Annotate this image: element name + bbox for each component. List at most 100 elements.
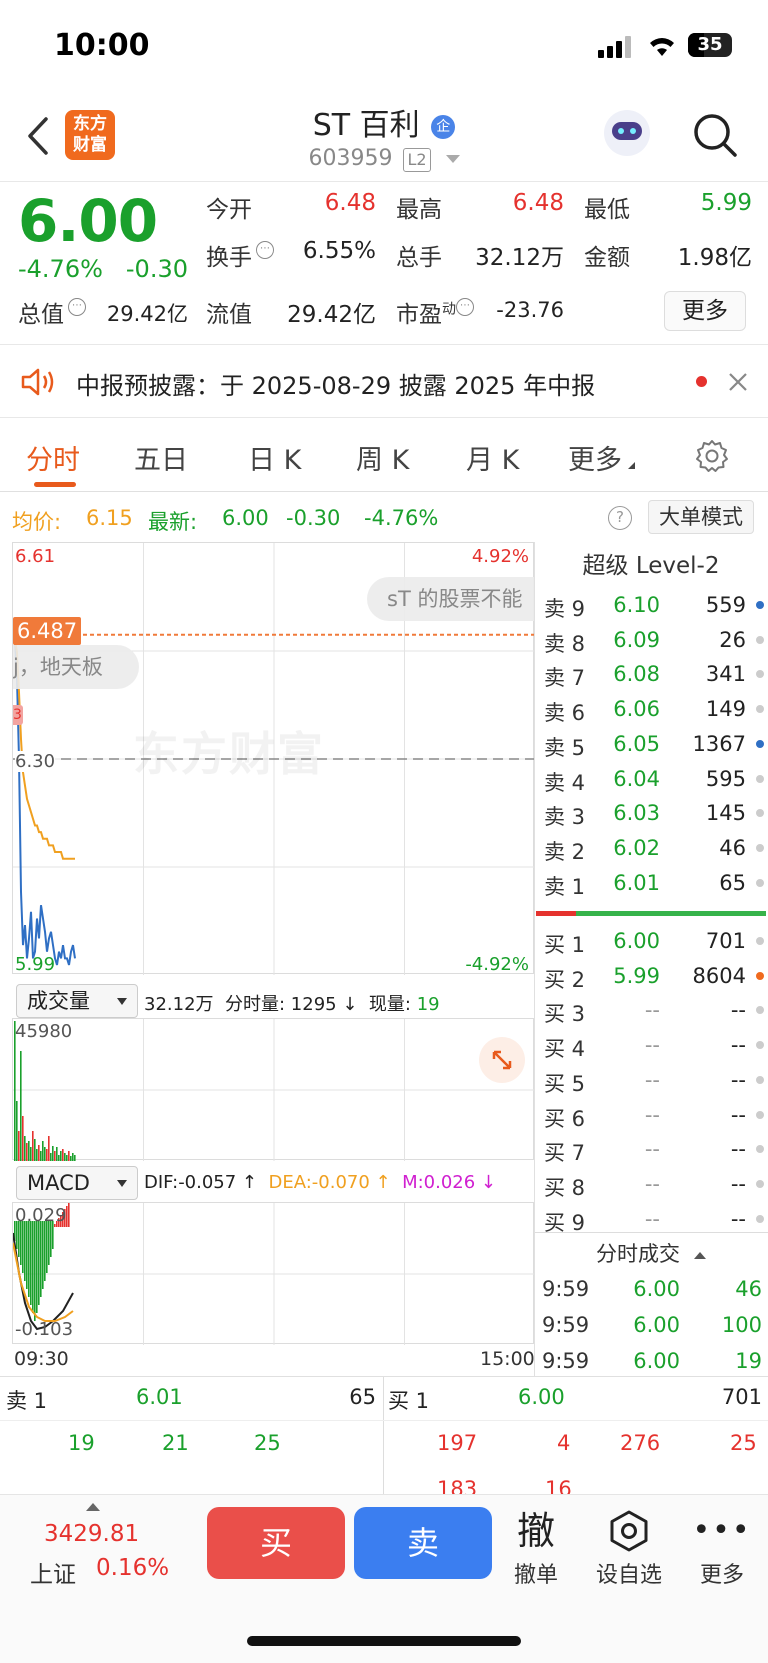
macd-indicator-select[interactable]: MACD [16, 1166, 138, 1200]
volume-indicator-select[interactable]: 成交量 [16, 984, 138, 1018]
sell-button[interactable]: 卖 [354, 1507, 492, 1579]
order-book-row[interactable]: 卖 9 6.10 559 [534, 588, 768, 622]
cancel-order-button[interactable]: 撤 撤单 [496, 1509, 576, 1589]
level-price: 6.01 [613, 870, 660, 895]
volume-bar [68, 1151, 70, 1161]
index-ticker[interactable]: 3429.81 上证 0.16% [20, 1501, 190, 1591]
queue-sell-vol: 65 [349, 1385, 376, 1409]
order-book-row[interactable]: 买 4 -- -- [534, 1028, 768, 1062]
search-icon[interactable] [692, 112, 738, 158]
tab-weekly-k[interactable]: 周 K [356, 438, 409, 477]
macd-chart-svg [13, 1203, 535, 1345]
order-book-row[interactable]: 买 7 -- -- [534, 1132, 768, 1166]
macd-bar [44, 1221, 46, 1281]
volume-bar [64, 1153, 66, 1161]
notice-bar[interactable]: 中报预披露：于 2025-08-29 披露 2025 年中报 [0, 346, 768, 418]
book-title[interactable]: 超级 Level-2 [534, 546, 768, 582]
comment-bubble[interactable]: sT 的股票不能 [367, 577, 535, 621]
quote-more-button[interactable]: 更多 [664, 291, 746, 331]
robot-avatar-icon[interactable] [604, 110, 650, 156]
order-book-row[interactable]: 卖 7 6.08 341 [534, 657, 768, 691]
more-button[interactable]: ••• 更多 [682, 1509, 762, 1589]
queue-buy-price: 6.00 [518, 1385, 565, 1409]
level-price: 6.09 [613, 627, 660, 652]
order-book-row[interactable]: 卖 4 6.04 595 [534, 762, 768, 796]
volume-chart[interactable]: 45980 [12, 1018, 535, 1161]
level-label: 卖 4 [544, 770, 586, 795]
close-icon[interactable] [728, 372, 748, 392]
order-book-row[interactable]: 卖 2 6.02 46 [534, 831, 768, 865]
stock-code[interactable]: 603959 L2 [0, 146, 768, 172]
macd-chart[interactable]: 0.029 -0.103 [12, 1202, 535, 1345]
order-book-row[interactable]: 买 6 -- -- [534, 1098, 768, 1132]
tab-indicator [34, 482, 76, 487]
trade-price: 6.00 [633, 1313, 680, 1337]
order-book-row[interactable]: 卖 3 6.03 145 [534, 796, 768, 830]
order-book-row[interactable]: 买 2 5.99 8604 [534, 959, 768, 993]
order-book-row[interactable]: 买 5 -- -- [534, 1063, 768, 1097]
more-dots-icon: ••• [692, 1513, 752, 1548]
big-order-mode-button[interactable]: 大单模式 [648, 500, 754, 534]
comment-bubble[interactable]: j，地天板 [13, 645, 139, 689]
intraday-chart[interactable]: 6.61 4.92% 5.99 -4.92% 6.30 东方财富 6.487 3… [12, 542, 535, 975]
order-book-row[interactable]: 买 3 -- -- [534, 993, 768, 1027]
help-icon[interactable]: ? [608, 506, 632, 530]
order-book-row[interactable]: 卖 1 6.01 65 [534, 866, 768, 900]
level-label: 买 7 [544, 1141, 586, 1166]
buy-queue-item: 4 [557, 1431, 571, 1455]
buy-queue-item: 276 [620, 1431, 661, 1455]
macd-bar [36, 1221, 38, 1313]
level-volume: 26 [719, 627, 746, 652]
level-price: 6.08 [613, 662, 660, 687]
unread-dot [696, 376, 707, 387]
order-book-row[interactable]: 卖 8 6.09 26 [534, 623, 768, 657]
stock-name[interactable]: ST 百利 企 [0, 100, 768, 144]
mktcap-label[interactable]: 总值 ⋯ [18, 295, 86, 329]
tab-intraday[interactable]: 分时 [26, 438, 80, 477]
order-book-row[interactable]: 买 8 -- -- [534, 1167, 768, 1201]
add-watchlist-button[interactable]: 设自选 [589, 1509, 669, 1589]
settings-gear-icon[interactable] [694, 438, 730, 474]
trade-price: 6.00 [633, 1349, 680, 1373]
level-label: 买 1 [544, 933, 586, 957]
level-label: 买 6 [544, 1106, 586, 1131]
queue-buy-label: 买 1 [388, 1389, 430, 1413]
high-value: 6.48 [512, 190, 564, 216]
buy-button[interactable]: 买 [207, 1507, 345, 1579]
order-book-row[interactable]: 买 9 -- -- [534, 1202, 768, 1236]
level-dot [756, 1006, 764, 1015]
trade-row: 9:59 6.00 46 [534, 1272, 768, 1306]
caret-up-icon [694, 1251, 706, 1259]
chart-bottom-price: 5.99 [15, 954, 56, 975]
stock-code-text: 603959 [308, 146, 393, 171]
tab-five-day[interactable]: 五日 [134, 438, 188, 477]
order-book-row[interactable]: 买 1 6.00 701 [534, 924, 768, 958]
book-left-border [534, 542, 535, 1376]
buy-queue-item: 183 [437, 1477, 478, 1494]
level-volume: -- [730, 1067, 746, 1092]
level-dot [756, 635, 764, 644]
trades-title[interactable]: 分时成交 [534, 1238, 768, 1268]
turnover-label[interactable]: 换手 ⋯ [206, 238, 274, 272]
level-volume: 341 [705, 662, 746, 687]
volume-bar [48, 1136, 50, 1161]
trade-volume: 100 [721, 1313, 762, 1337]
order-book-row[interactable]: 卖 6 6.06 149 [534, 692, 768, 726]
pe-label[interactable]: 市盈动 ⋯ [396, 295, 474, 329]
chart-info-line: 均价: 6.15 最新: 6.00 -0.30 -4.76% ? 大单模式 [0, 496, 768, 540]
enterprise-badge: 企 [431, 114, 456, 139]
level-label: 卖 8 [544, 631, 586, 656]
volume-bar [16, 1101, 18, 1161]
caret-up-icon [86, 1503, 100, 1511]
header: 东方 财富 ST 百利 企 603959 L2 [0, 90, 768, 182]
level-dot [756, 774, 764, 783]
order-book-row[interactable]: 卖 5 6.05 1367 [534, 727, 768, 761]
tab-daily-k[interactable]: 日 K [248, 438, 301, 477]
level-dot [756, 1075, 764, 1084]
level-price: -- [644, 1171, 660, 1196]
tab-monthly-k[interactable]: 月 K [466, 438, 519, 477]
chart-mid-price: 6.30 [15, 751, 56, 772]
high-marker: 6.487 [13, 617, 82, 645]
tab-more[interactable]: 更多 [568, 438, 635, 477]
expand-icon[interactable] [479, 1037, 525, 1083]
